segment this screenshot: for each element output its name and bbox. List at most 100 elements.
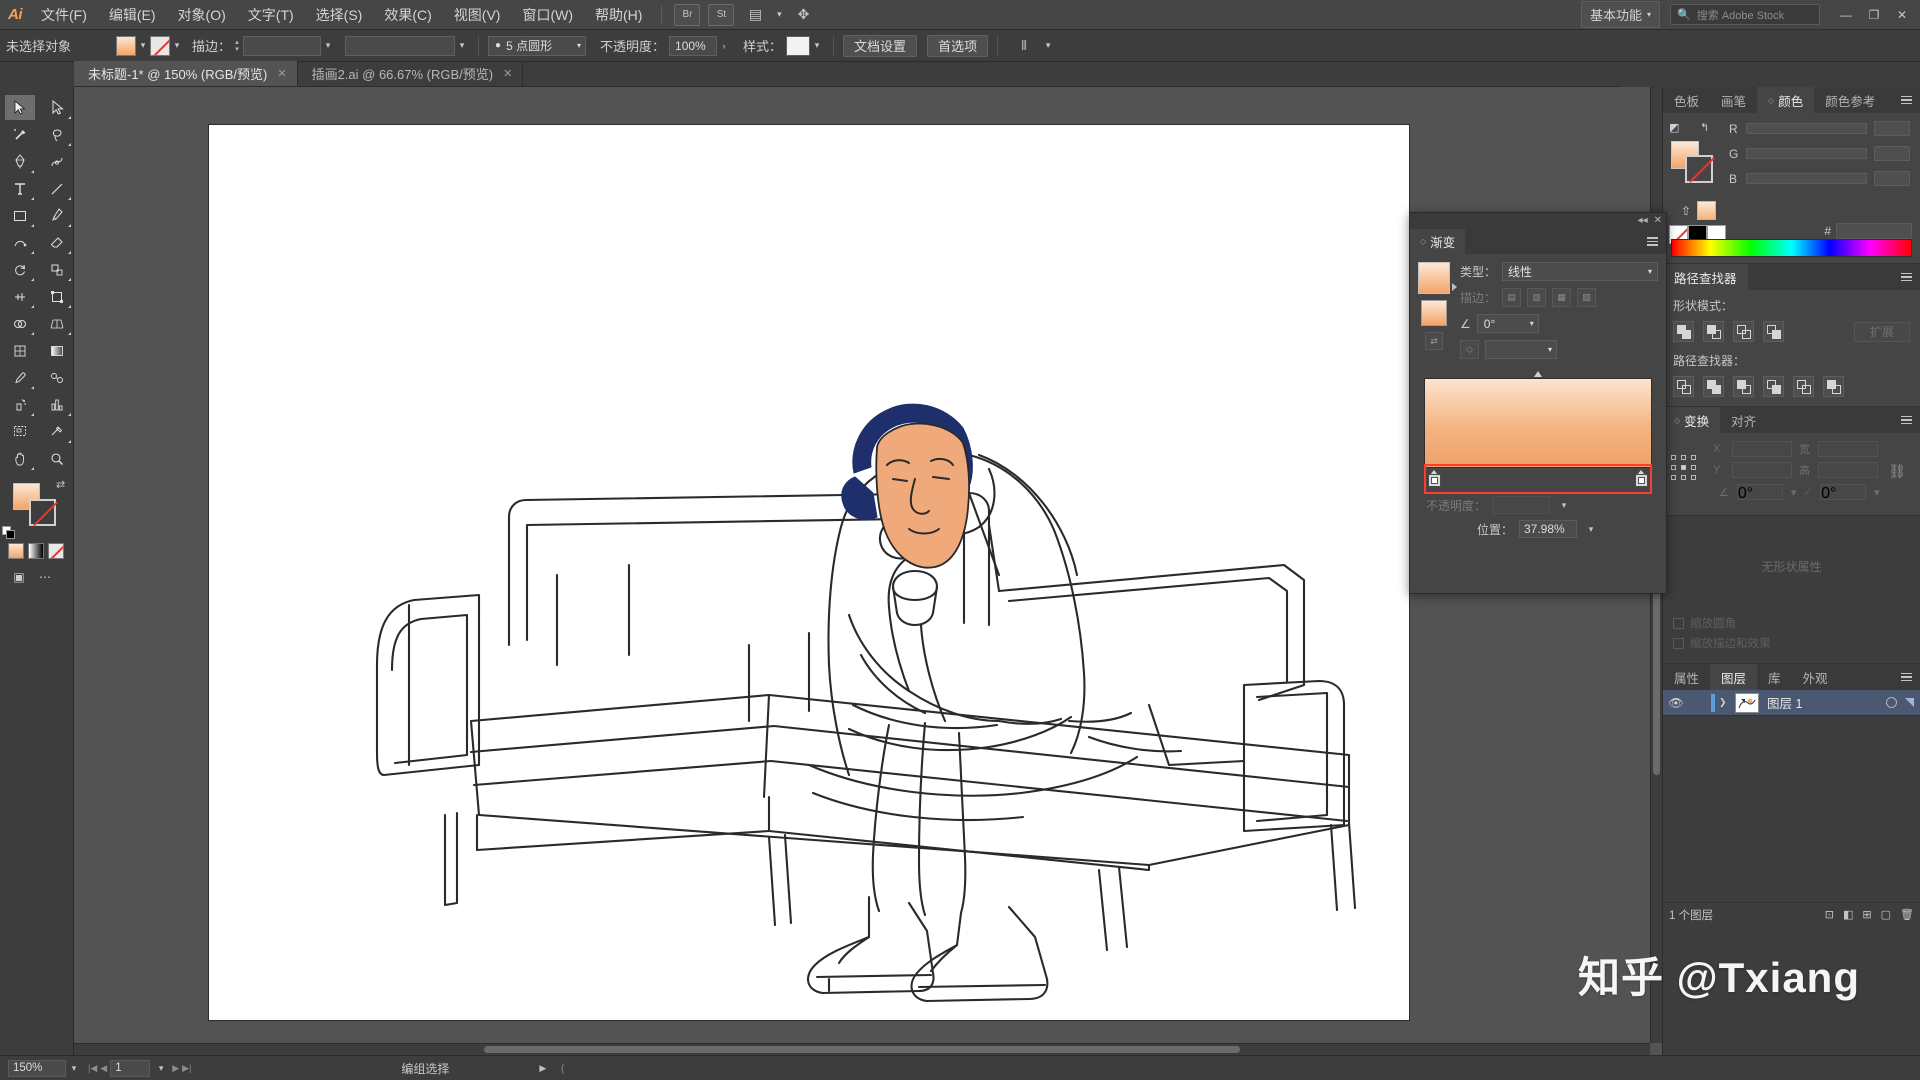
delete-layer-icon[interactable]: 🗑 — [1900, 908, 1914, 921]
first-artboard-icon[interactable]: |◀ — [88, 1063, 97, 1074]
zoom-chevron-down-icon[interactable]: ▾ — [66, 1063, 82, 1074]
gradient-panel-collapse-icon[interactable]: ◂◂ — [1638, 216, 1648, 226]
new-layer-icon[interactable]: ▢ — [1881, 908, 1891, 921]
stroke-gradient-across-icon[interactable]: ▦ — [1552, 288, 1572, 307]
last-artboard-icon[interactable]: ▶| — [182, 1063, 191, 1074]
next-artboard-icon[interactable]: ▶ — [172, 1063, 179, 1074]
document-tab-2[interactable]: 插画2.ai @ 66.67% (RGB/预览) ✕ — [298, 61, 524, 86]
stroke-weight-input[interactable] — [243, 35, 322, 56]
menu-file[interactable]: 文件(F) — [30, 0, 98, 30]
crop-icon[interactable] — [1763, 376, 1784, 397]
menu-select[interactable]: 选择(S) — [305, 0, 374, 30]
gradient-panel[interactable]: ◂◂ ✕ ◇ 渐变 ⇄ 类型： 线性 ▾ 描边： ▤ ▥ ▦ ▧ ∠ 0° ▾ … — [1409, 212, 1667, 594]
selection-tool[interactable] — [5, 95, 35, 120]
gradient-stop-slider[interactable] — [1424, 464, 1652, 494]
color-mode-button[interactable] — [8, 543, 24, 559]
layer-visibility-eye-icon[interactable]: 👁 — [1663, 696, 1689, 710]
transform-angle-chevron-down-icon[interactable]: ▾ — [1791, 486, 1797, 499]
stroke-gradient-along-icon[interactable]: ▥ — [1527, 288, 1547, 307]
style-chevron-down-icon[interactable]: ▾ — [810, 36, 824, 56]
tab-gradient[interactable]: ◇ 渐变 — [1410, 229, 1466, 254]
slider-track-g[interactable] — [1746, 148, 1867, 159]
preferences-button[interactable]: 首选项 — [927, 34, 989, 57]
slider-value-g[interactable] — [1874, 146, 1910, 161]
gradient-panel-close-icon[interactable]: ✕ — [1654, 216, 1662, 226]
transform-x-input[interactable] — [1732, 441, 1792, 457]
document-tab-1-close-icon[interactable]: ✕ — [277, 67, 286, 80]
menu-view[interactable]: 视图(V) — [443, 0, 512, 30]
slider-value-b[interactable] — [1874, 171, 1910, 186]
tab-color-guide[interactable]: 颜色参考 — [1814, 87, 1886, 113]
reference-point-selector[interactable] — [1671, 455, 1697, 481]
gradient-mode-button[interactable] — [28, 543, 44, 559]
trim-icon[interactable] — [1703, 376, 1724, 397]
document-tab-1[interactable]: 未标题-1* @ 150% (RGB/预览) ✕ — [74, 61, 298, 86]
constrain-proportions-icon[interactable]: ⛓ — [1888, 463, 1906, 480]
tab-color[interactable]: ◇ 颜色 — [1757, 87, 1815, 113]
gradient-stop-start[interactable] — [1428, 470, 1441, 487]
workspace-switcher[interactable]: 基本功能 ▾ — [1580, 1, 1660, 28]
stroke-profile-input[interactable] — [345, 35, 456, 56]
gradient-ramp-preview[interactable] — [1424, 378, 1652, 468]
scale-tool[interactable] — [42, 257, 72, 282]
hex-input[interactable] — [1836, 223, 1912, 239]
tab-layers[interactable]: 图层 — [1710, 664, 1758, 690]
gradient-preview-swatch[interactable] — [1418, 262, 1457, 294]
brush-definition-dropdown[interactable]: ● 5 点圆形 ▾ — [488, 35, 587, 56]
gradient-panel-titlebar[interactable]: ◂◂ ✕ — [1410, 213, 1666, 229]
tab-appearance[interactable]: 外观 — [1792, 664, 1839, 690]
previous-artboard-icon[interactable]: ◀ — [100, 1063, 107, 1074]
gradient-opacity-input[interactable] — [1492, 496, 1551, 514]
default-fill-stroke-icon[interactable] — [2, 526, 15, 539]
scale-corners-checkbox[interactable] — [1673, 617, 1684, 629]
stroke-profile-chevron-down-icon[interactable]: ▾ — [455, 36, 469, 56]
hand-tool[interactable] — [5, 446, 35, 471]
arrange-chevron-down-icon[interactable]: ▾ — [772, 5, 786, 25]
menu-object[interactable]: 对象(O) — [167, 0, 237, 30]
eraser-tool[interactable] — [42, 230, 72, 255]
color-panel-menu-icon[interactable] — [1893, 87, 1920, 113]
stroke-weight-chevron-down-icon[interactable]: ▾ — [321, 36, 335, 56]
transform-height-input[interactable] — [1818, 462, 1878, 478]
opacity-chevron-right-icon[interactable]: › — [717, 36, 731, 56]
menu-effect[interactable]: 效果(C) — [373, 0, 442, 30]
touch-workspace-icon[interactable]: ✥ — [790, 4, 816, 26]
transform-y-input[interactable] — [1732, 462, 1792, 478]
stroke-chevron-down-icon[interactable]: ▾ — [170, 36, 184, 56]
lasso-tool[interactable] — [42, 122, 72, 147]
exclude-icon[interactable] — [1763, 321, 1784, 342]
slider-value-r[interactable] — [1874, 121, 1910, 136]
gradient-reverse-icon[interactable]: ⇄ — [1425, 332, 1443, 350]
horizontal-scroll-thumb[interactable] — [483, 1046, 1241, 1053]
document-tab-2-close-icon[interactable]: ✕ — [503, 67, 512, 80]
fill-stroke-toggle-icon[interactable]: ◩ — [1669, 121, 1684, 136]
rectangle-tool[interactable] — [5, 203, 35, 228]
tab-pathfinder[interactable]: 路径查找器 — [1663, 264, 1748, 290]
gradient-aspect-input[interactable]: ▾ — [1485, 340, 1557, 359]
close-button[interactable]: ✕ — [1888, 1, 1916, 29]
gradient-tool[interactable] — [42, 338, 72, 363]
pen-tool[interactable] — [5, 149, 35, 174]
slice-tool[interactable] — [42, 419, 72, 444]
tab-properties[interactable]: 属性 — [1663, 664, 1710, 690]
divide-icon[interactable] — [1673, 376, 1694, 397]
gradient-opacity-chevron-down-icon[interactable]: ▾ — [1556, 496, 1572, 514]
stroke-color-swatch[interactable] — [29, 499, 56, 526]
width-tool[interactable] — [5, 284, 35, 309]
perspective-grid-tool[interactable] — [42, 311, 72, 336]
gradient-aspect-ratio-icon[interactable]: ◇ — [1460, 340, 1479, 359]
edit-toolbar-icon[interactable]: ⋯ — [34, 567, 56, 587]
gradient-position-input[interactable]: 37.98% — [1519, 520, 1577, 538]
layer-target-icon[interactable] — [1886, 697, 1897, 708]
restore-color-icon[interactable]: ⇧ — [1681, 204, 1691, 218]
gradient-stop-end[interactable] — [1635, 470, 1648, 487]
merge-icon[interactable] — [1733, 376, 1754, 397]
tab-swatches[interactable]: 色板 — [1663, 87, 1710, 113]
graphic-style-swatch[interactable] — [786, 35, 811, 56]
gradient-midpoint-marker[interactable] — [1534, 371, 1542, 377]
slider-track-b[interactable] — [1746, 173, 1867, 184]
tab-align[interactable]: 对齐 — [1720, 407, 1767, 433]
align-chevron-down-icon[interactable]: ▾ — [1041, 36, 1055, 56]
artboard-chevron-down-icon[interactable]: ▾ — [153, 1063, 169, 1074]
new-sublayer-icon[interactable]: ⊞ — [1862, 908, 1871, 921]
